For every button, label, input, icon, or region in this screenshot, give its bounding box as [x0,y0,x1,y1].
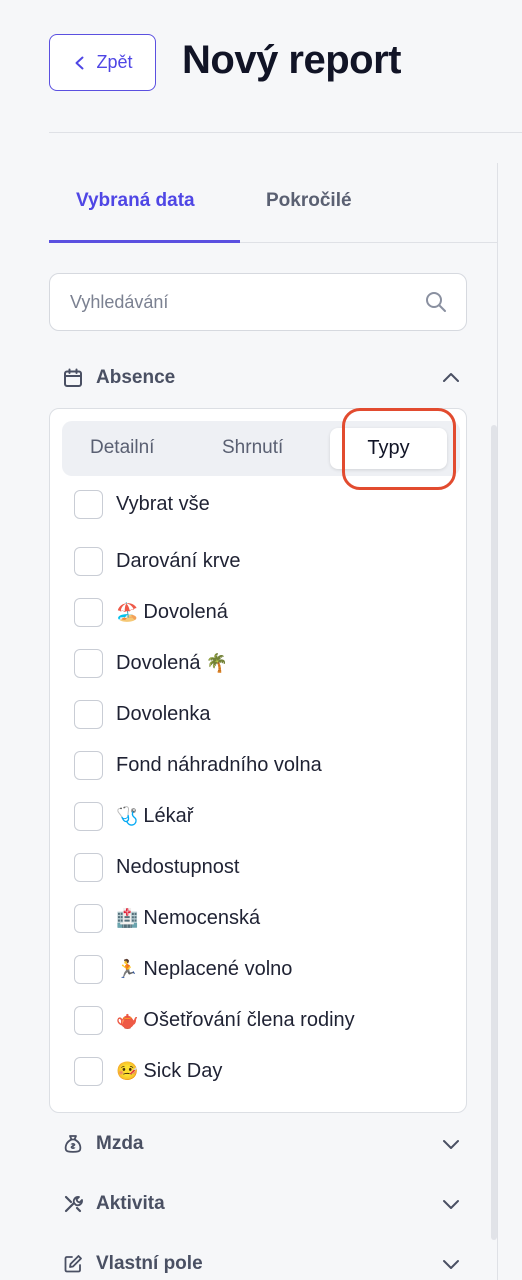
checkbox[interactable] [74,648,103,678]
select-all-row[interactable]: Vybrat vše [74,489,210,519]
stethoscope-icon: 🩺 [116,805,139,826]
absence-type-label: Fond náhradního volna [116,753,322,776]
segment-types[interactable]: Typy [330,428,447,469]
header-divider [49,132,522,133]
absence-type-row[interactable]: 🩺 Lékař [74,801,193,831]
checkbox[interactable] [74,597,103,627]
section-custom-fields[interactable]: Vlastní pole [62,1249,462,1279]
absence-type-row[interactable]: 🤒 Sick Day [74,1056,222,1086]
section-absence-title: Absence [96,367,176,388]
checkbox[interactable] [74,546,103,576]
hospital-icon: 🏥 [116,907,139,928]
chevron-down-icon[interactable] [440,1133,462,1155]
section-absence[interactable]: Absence [62,363,462,393]
calendar-icon [62,367,84,389]
checkbox[interactable] [74,1005,103,1035]
absence-type-row[interactable]: 🫖 Ošetřování člena rodiny [74,1005,355,1035]
segment-detailed[interactable]: Detailní [90,437,154,459]
absence-type-row[interactable]: Dovolenka [74,699,211,729]
back-button[interactable]: Zpět [49,34,156,91]
page-title: Nový report [182,38,402,82]
absence-type-label: Darování krve [116,549,241,572]
tab-selected-data[interactable]: Vybraná data [76,190,195,212]
teapot-icon: 🫖 [116,1009,139,1030]
checkbox[interactable] [74,903,103,933]
absence-type-label: Ošetřování člena rodiny [143,1008,355,1031]
absence-type-row[interactable]: 🏖️ Dovolená [74,597,228,627]
back-button-label: Zpět [96,52,133,72]
absence-type-row[interactable]: Fond náhradního volna [74,750,322,780]
absence-type-label: Neplacené volno [143,957,293,980]
search-box [49,273,467,331]
absence-type-row[interactable]: Dovolená 🌴 [74,648,228,678]
checkbox[interactable] [74,750,103,780]
beach-umbrella-icon: 🏖️ [116,601,139,622]
checkbox[interactable] [74,852,103,882]
checkbox[interactable] [74,489,103,519]
section-activity[interactable]: Aktivita [62,1189,462,1219]
absence-type-label: Dovolenka [116,702,211,725]
chevron-down-icon[interactable] [440,1193,462,1215]
section-salary[interactable]: Mzda [62,1129,462,1159]
chevron-up-icon[interactable] [440,367,462,389]
panel-divider [497,163,498,1280]
sick-face-icon: 🤒 [116,1060,139,1081]
running-person-icon: 🏃 [116,958,139,979]
scrollbar[interactable] [491,425,497,1240]
section-activity-title: Aktivita [96,1193,165,1214]
absence-type-label: Nemocenská [143,906,261,929]
section-custom-fields-title: Vlastní pole [96,1253,203,1274]
checkbox[interactable] [74,1056,103,1086]
absence-type-label: Nedostupnost [116,855,240,878]
absence-type-label: Dovolená [116,651,201,674]
select-all-label: Vybrat vše [116,492,210,515]
tab-active-indicator [49,240,240,243]
checkbox[interactable] [74,699,103,729]
absence-type-row[interactable]: Darování krve [74,546,241,576]
money-bag-icon [62,1133,84,1155]
absence-type-label: Sick Day [143,1059,223,1082]
tools-icon [62,1193,84,1215]
checkbox[interactable] [74,801,103,831]
palm-tree-icon: 🌴 [205,652,228,673]
absence-type-row[interactable]: 🏥 Nemocenská [74,903,260,933]
absence-type-label: Dovolená [143,600,228,623]
chevron-left-icon [75,56,84,69]
tab-advanced[interactable]: Pokročilé [266,190,352,212]
absence-type-row[interactable]: Nedostupnost [74,852,239,882]
search-input[interactable] [68,290,424,314]
search-icon[interactable] [424,290,448,314]
segment-summary[interactable]: Shrnutí [222,437,283,459]
edit-icon [62,1253,84,1275]
absence-type-row[interactable]: 🏃 Neplacené volno [74,954,292,984]
chevron-down-icon[interactable] [440,1253,462,1275]
checkbox[interactable] [74,954,103,984]
absence-type-label: Lékař [143,804,194,827]
section-salary-title: Mzda [96,1133,144,1154]
